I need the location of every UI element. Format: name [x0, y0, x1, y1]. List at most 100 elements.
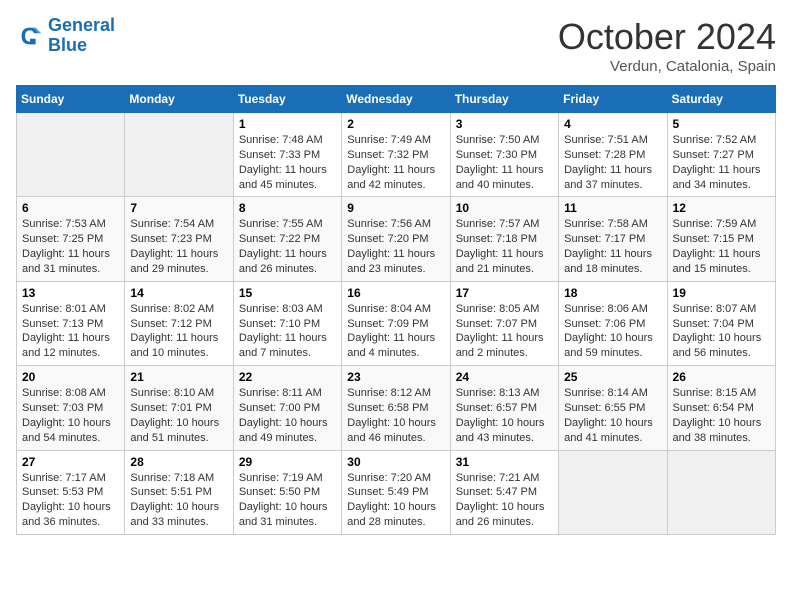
weekday-header: Thursday: [450, 86, 558, 113]
day-number: 4: [564, 117, 661, 131]
day-info: Sunrise: 8:05 AM Sunset: 7:07 PM Dayligh…: [456, 302, 553, 361]
day-info: Sunrise: 8:06 AM Sunset: 7:06 PM Dayligh…: [564, 302, 661, 361]
day-number: 7: [130, 201, 227, 215]
weekday-header: Friday: [559, 86, 667, 113]
day-number: 1: [239, 117, 336, 131]
logo: General Blue: [16, 16, 115, 56]
calendar-cell: 5 Sunrise: 7:52 AM Sunset: 7:27 PM Daylig…: [667, 113, 775, 197]
day-number: 3: [456, 117, 553, 131]
day-number: 30: [347, 455, 444, 469]
day-info: Sunrise: 8:13 AM Sunset: 6:57 PM Dayligh…: [456, 386, 553, 445]
calendar-row: 20 Sunrise: 8:08 AM Sunset: 7:03 PM Dayli…: [17, 366, 776, 450]
day-info: Sunrise: 7:55 AM Sunset: 7:22 PM Dayligh…: [239, 217, 336, 276]
day-info: Sunrise: 8:03 AM Sunset: 7:10 PM Dayligh…: [239, 302, 336, 361]
day-info: Sunrise: 7:54 AM Sunset: 7:23 PM Dayligh…: [130, 217, 227, 276]
day-number: 14: [130, 286, 227, 300]
day-number: 26: [673, 370, 770, 384]
day-info: Sunrise: 8:11 AM Sunset: 7:00 PM Dayligh…: [239, 386, 336, 445]
calendar-cell: 23 Sunrise: 8:12 AM Sunset: 6:58 PM Dayli…: [342, 366, 450, 450]
location: Verdun, Catalonia, Spain: [558, 58, 776, 75]
day-number: 22: [239, 370, 336, 384]
day-info: Sunrise: 7:49 AM Sunset: 7:32 PM Dayligh…: [347, 133, 444, 192]
calendar-cell: [125, 113, 233, 197]
day-info: Sunrise: 8:07 AM Sunset: 7:04 PM Dayligh…: [673, 302, 770, 361]
day-info: Sunrise: 8:12 AM Sunset: 6:58 PM Dayligh…: [347, 386, 444, 445]
day-number: 13: [22, 286, 119, 300]
logo-icon: [16, 22, 44, 50]
calendar-cell: 8Sunrise: 7:55 AM Sunset: 7:22 PM Daylig…: [233, 197, 341, 281]
day-number: 27: [22, 455, 119, 469]
calendar-row: 6 Sunrise: 7:53 AM Sunset: 7:25 PM Daylig…: [17, 197, 776, 281]
day-info: Sunrise: 7:53 AM Sunset: 7:25 PM Dayligh…: [22, 217, 119, 276]
day-info: Sunrise: 7:51 AM Sunset: 7:28 PM Dayligh…: [564, 133, 661, 192]
day-info: Sunrise: 7:19 AM Sunset: 5:50 PM Dayligh…: [239, 471, 336, 530]
day-info: Sunrise: 8:14 AM Sunset: 6:55 PM Dayligh…: [564, 386, 661, 445]
day-number: 12: [673, 201, 770, 215]
day-number: 31: [456, 455, 553, 469]
day-number: 2: [347, 117, 444, 131]
weekday-header: Wednesday: [342, 86, 450, 113]
day-info: Sunrise: 7:20 AM Sunset: 5:49 PM Dayligh…: [347, 471, 444, 530]
calendar-cell: 24Sunrise: 8:13 AM Sunset: 6:57 PM Dayli…: [450, 366, 558, 450]
day-number: 16: [347, 286, 444, 300]
calendar-cell: 29 Sunrise: 7:19 AM Sunset: 5:50 PM Dayli…: [233, 450, 341, 534]
month-title: October 2024: [558, 16, 776, 58]
day-info: Sunrise: 7:57 AM Sunset: 7:18 PM Dayligh…: [456, 217, 553, 276]
calendar-cell: 11Sunrise: 7:58 AM Sunset: 7:17 PM Dayli…: [559, 197, 667, 281]
calendar-cell: 3Sunrise: 7:50 AM Sunset: 7:30 PM Daylig…: [450, 113, 558, 197]
calendar-cell: 6 Sunrise: 7:53 AM Sunset: 7:25 PM Daylig…: [17, 197, 125, 281]
calendar-cell: 2 Sunrise: 7:49 AM Sunset: 7:32 PM Daylig…: [342, 113, 450, 197]
calendar-cell: 31Sunrise: 7:21 AM Sunset: 5:47 PM Dayli…: [450, 450, 558, 534]
day-number: 25: [564, 370, 661, 384]
calendar-cell: 19Sunrise: 8:07 AM Sunset: 7:04 PM Dayli…: [667, 281, 775, 365]
calendar-cell: 12Sunrise: 7:59 AM Sunset: 7:15 PM Dayli…: [667, 197, 775, 281]
calendar-cell: 17 Sunrise: 8:05 AM Sunset: 7:07 PM Dayli…: [450, 281, 558, 365]
page-header: General Blue October 2024 Verdun, Catalo…: [16, 16, 776, 75]
day-info: Sunrise: 7:17 AM Sunset: 5:53 PM Dayligh…: [22, 471, 119, 530]
day-info: Sunrise: 8:15 AM Sunset: 6:54 PM Dayligh…: [673, 386, 770, 445]
calendar-cell: 27 Sunrise: 7:17 AM Sunset: 5:53 PM Dayli…: [17, 450, 125, 534]
calendar-row: 27 Sunrise: 7:17 AM Sunset: 5:53 PM Dayli…: [17, 450, 776, 534]
day-number: 15: [239, 286, 336, 300]
calendar-cell: 1Sunrise: 7:48 AM Sunset: 7:33 PM Daylig…: [233, 113, 341, 197]
day-number: 23: [347, 370, 444, 384]
day-info: Sunrise: 8:08 AM Sunset: 7:03 PM Dayligh…: [22, 386, 119, 445]
calendar-cell: 9Sunrise: 7:56 AM Sunset: 7:20 PM Daylig…: [342, 197, 450, 281]
logo-general: General: [48, 15, 115, 35]
calendar-row: 13 Sunrise: 8:01 AM Sunset: 7:13 PM Dayli…: [17, 281, 776, 365]
day-info: Sunrise: 8:10 AM Sunset: 7:01 PM Dayligh…: [130, 386, 227, 445]
calendar-cell: 15 Sunrise: 8:03 AM Sunset: 7:10 PM Dayli…: [233, 281, 341, 365]
day-info: Sunrise: 7:18 AM Sunset: 5:51 PM Dayligh…: [130, 471, 227, 530]
day-info: Sunrise: 7:52 AM Sunset: 7:27 PM Dayligh…: [673, 133, 770, 192]
day-info: Sunrise: 8:02 AM Sunset: 7:12 PM Dayligh…: [130, 302, 227, 361]
calendar-cell: 14 Sunrise: 8:02 AM Sunset: 7:12 PM Dayli…: [125, 281, 233, 365]
logo-text-block: General Blue: [48, 16, 115, 56]
calendar-cell: 13 Sunrise: 8:01 AM Sunset: 7:13 PM Dayli…: [17, 281, 125, 365]
calendar-row: 1Sunrise: 7:48 AM Sunset: 7:33 PM Daylig…: [17, 113, 776, 197]
day-number: 6: [22, 201, 119, 215]
day-number: 20: [22, 370, 119, 384]
day-number: 5: [673, 117, 770, 131]
day-number: 18: [564, 286, 661, 300]
calendar-cell: 4 Sunrise: 7:51 AM Sunset: 7:28 PM Daylig…: [559, 113, 667, 197]
calendar-cell: 20 Sunrise: 8:08 AM Sunset: 7:03 PM Dayli…: [17, 366, 125, 450]
day-number: 29: [239, 455, 336, 469]
calendar-cell: [17, 113, 125, 197]
weekday-header: Saturday: [667, 86, 775, 113]
weekday-header: Monday: [125, 86, 233, 113]
day-info: Sunrise: 7:58 AM Sunset: 7:17 PM Dayligh…: [564, 217, 661, 276]
day-number: 21: [130, 370, 227, 384]
logo-blue: Blue: [48, 35, 87, 55]
day-number: 17: [456, 286, 553, 300]
day-info: Sunrise: 8:04 AM Sunset: 7:09 PM Dayligh…: [347, 302, 444, 361]
calendar-cell: 30 Sunrise: 7:20 AM Sunset: 5:49 PM Dayli…: [342, 450, 450, 534]
weekday-header-row: SundayMondayTuesdayWednesdayThursdayFrid…: [17, 86, 776, 113]
day-info: Sunrise: 8:01 AM Sunset: 7:13 PM Dayligh…: [22, 302, 119, 361]
calendar-cell: 7 Sunrise: 7:54 AM Sunset: 7:23 PM Daylig…: [125, 197, 233, 281]
calendar-cell: [559, 450, 667, 534]
calendar-cell: 28Sunrise: 7:18 AM Sunset: 5:51 PM Dayli…: [125, 450, 233, 534]
calendar-cell: [667, 450, 775, 534]
calendar-cell: 16 Sunrise: 8:04 AM Sunset: 7:09 PM Dayli…: [342, 281, 450, 365]
calendar-cell: 21 Sunrise: 8:10 AM Sunset: 7:01 PM Dayli…: [125, 366, 233, 450]
calendar-table: SundayMondayTuesdayWednesdayThursdayFrid…: [16, 85, 776, 535]
